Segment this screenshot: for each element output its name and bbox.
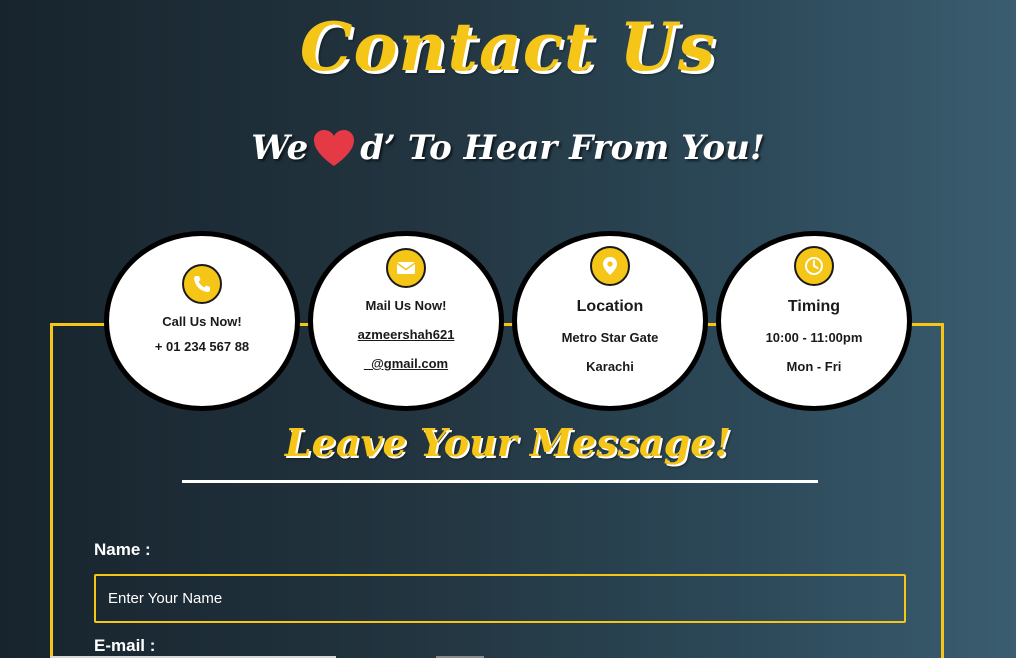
contact-card-location: Location Metro Star Gate Karachi: [512, 231, 708, 411]
email-label: E-mail :: [94, 636, 156, 655]
page-title: Contact Us: [299, 8, 717, 86]
contact-card-phone: Call Us Now! + 01 234 567 88: [104, 231, 300, 411]
page-subtitle: We d’ To Hear From You!: [0, 128, 1016, 168]
contact-card-mail: Mail Us Now! azmeershah621 _@gmail.com: [308, 231, 504, 411]
timing-hours: 10:00 - 11:00pm: [765, 330, 863, 345]
card-label: Timing: [787, 298, 841, 315]
subtitle-text-end: d’ To Hear From You!: [360, 128, 765, 168]
location-line1: Metro Star Gate: [561, 330, 659, 345]
name-label: Name :: [94, 540, 151, 559]
heading-divider: [182, 480, 818, 483]
clock-icon: [794, 246, 834, 286]
card-label: Location: [576, 298, 644, 315]
timing-days: Mon - Fri: [786, 359, 842, 374]
name-input[interactable]: [94, 574, 906, 623]
email-link-part1[interactable]: azmeershah621: [358, 327, 455, 342]
card-label: Call Us Now!: [162, 314, 242, 329]
card-label: Mail Us Now!: [365, 298, 447, 313]
phone-icon: [182, 264, 222, 304]
phone-number[interactable]: + 01 234 567 88: [155, 339, 249, 354]
location-line2: Karachi: [586, 359, 634, 374]
subtitle-text-start: We: [251, 128, 309, 168]
envelope-icon: [386, 248, 426, 288]
contact-card-timing: Timing 10:00 - 11:00pm Mon - Fri: [716, 231, 912, 411]
message-heading: Leave Your Message!: [284, 420, 732, 465]
email-link-part2[interactable]: _@gmail.com: [364, 356, 448, 371]
location-pin-icon: [590, 246, 630, 286]
heart-icon: [312, 128, 356, 168]
